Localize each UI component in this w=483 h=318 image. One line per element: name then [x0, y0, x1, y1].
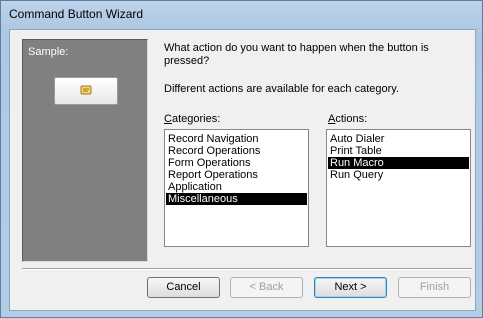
next-button[interactable]: Next >: [314, 277, 387, 298]
sample-label: Sample:: [28, 46, 69, 58]
sample-button-preview: [54, 77, 118, 105]
action-item[interactable]: Auto Dialer: [328, 133, 469, 145]
category-item[interactable]: Application: [166, 181, 307, 193]
actions-label-rest: ctions:: [335, 113, 368, 125]
action-item[interactable]: Print Table: [328, 145, 469, 157]
action-item-selected[interactable]: Run Macro: [328, 157, 469, 169]
categories-label: Categories:: [164, 113, 220, 125]
macro-scroll-icon: [80, 85, 92, 95]
dialog-body: Sample: What action do you want to happe…: [9, 29, 476, 311]
action-item[interactable]: Run Query: [328, 169, 469, 181]
categories-label-mnemonic: C: [164, 113, 172, 125]
categories-listbox[interactable]: Record Navigation Record Operations Form…: [164, 129, 309, 247]
window-title: Command Button Wizard: [9, 7, 144, 21]
actions-label: Actions:: [328, 113, 367, 125]
wizard-window: Command Button Wizard Sample: What actio…: [0, 0, 483, 318]
title-bar[interactable]: Command Button Wizard: [1, 1, 482, 29]
category-item-selected[interactable]: Miscellaneous: [166, 193, 307, 205]
cancel-button[interactable]: Cancel: [147, 277, 220, 298]
prompt-question: What action do you want to happen when t…: [164, 42, 429, 67]
category-item[interactable]: Report Operations: [166, 169, 307, 181]
back-button[interactable]: < Back: [230, 277, 303, 298]
actions-listbox[interactable]: Auto Dialer Print Table Run Macro Run Qu…: [326, 129, 471, 247]
categories-label-rest: ategories:: [171, 113, 221, 125]
button-separator: [22, 268, 472, 270]
finish-button[interactable]: Finish: [398, 277, 471, 298]
prompt-hint: Different actions are available for each…: [164, 83, 400, 95]
category-item[interactable]: Record Navigation: [166, 133, 307, 145]
sample-panel: Sample:: [22, 39, 148, 262]
category-item[interactable]: Record Operations: [166, 145, 307, 157]
category-item[interactable]: Form Operations: [166, 157, 307, 169]
